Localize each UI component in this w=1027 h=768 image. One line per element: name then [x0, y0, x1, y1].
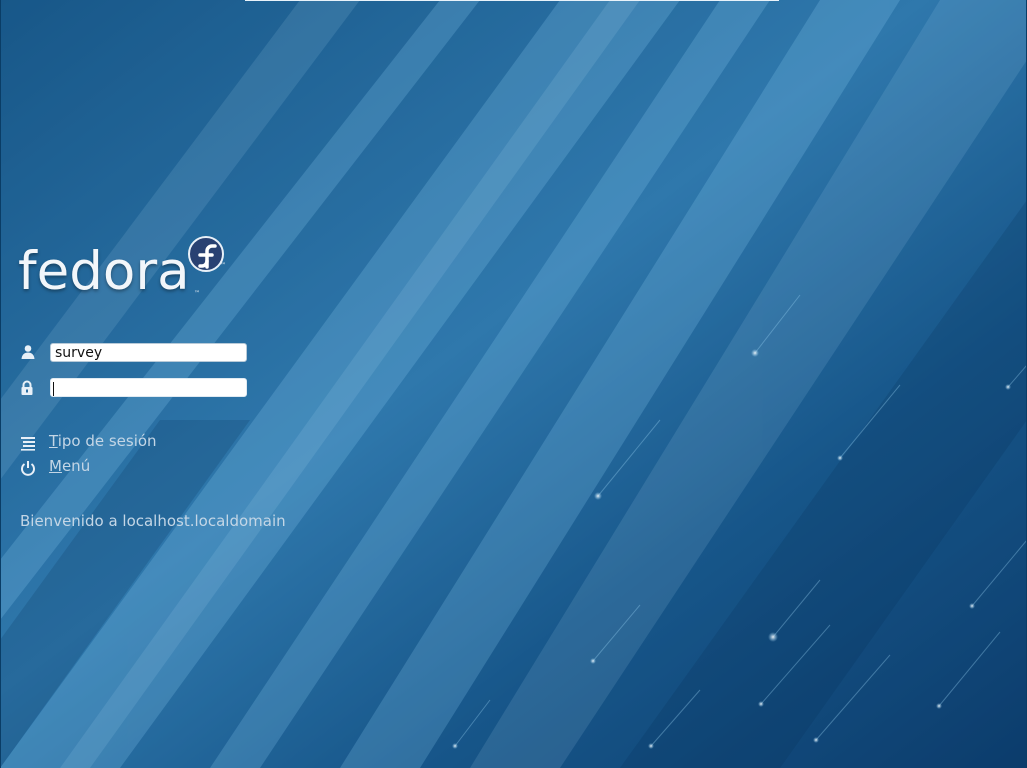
session-type-label: ipo de sesión — [57, 432, 157, 450]
top-highlight-bar — [245, 0, 779, 1]
lock-icon — [21, 380, 33, 395]
session-type-link[interactable]: Tipo de sesión — [49, 432, 157, 450]
power-icon — [21, 461, 35, 476]
user-icon — [21, 345, 35, 359]
text-caret — [53, 382, 54, 396]
fedora-logo: fedora ™ ™ — [18, 232, 233, 304]
logo-wordmark: fedora — [18, 241, 190, 302]
logo-trademark: ™ — [220, 262, 226, 269]
left-edge — [0, 0, 1, 768]
list-icon — [21, 437, 35, 451]
password-input[interactable] — [50, 378, 247, 397]
menu-mnemonic: M — [49, 457, 62, 475]
menu-label: enú — [61, 457, 91, 475]
logo-trademark-2: ™ — [194, 290, 200, 297]
welcome-message: Bienvenido a localhost.localdomain — [20, 512, 286, 530]
username-input[interactable] — [50, 343, 247, 362]
menu-link[interactable]: Menú — [49, 457, 90, 475]
session-type-mnemonic: T — [49, 432, 58, 450]
